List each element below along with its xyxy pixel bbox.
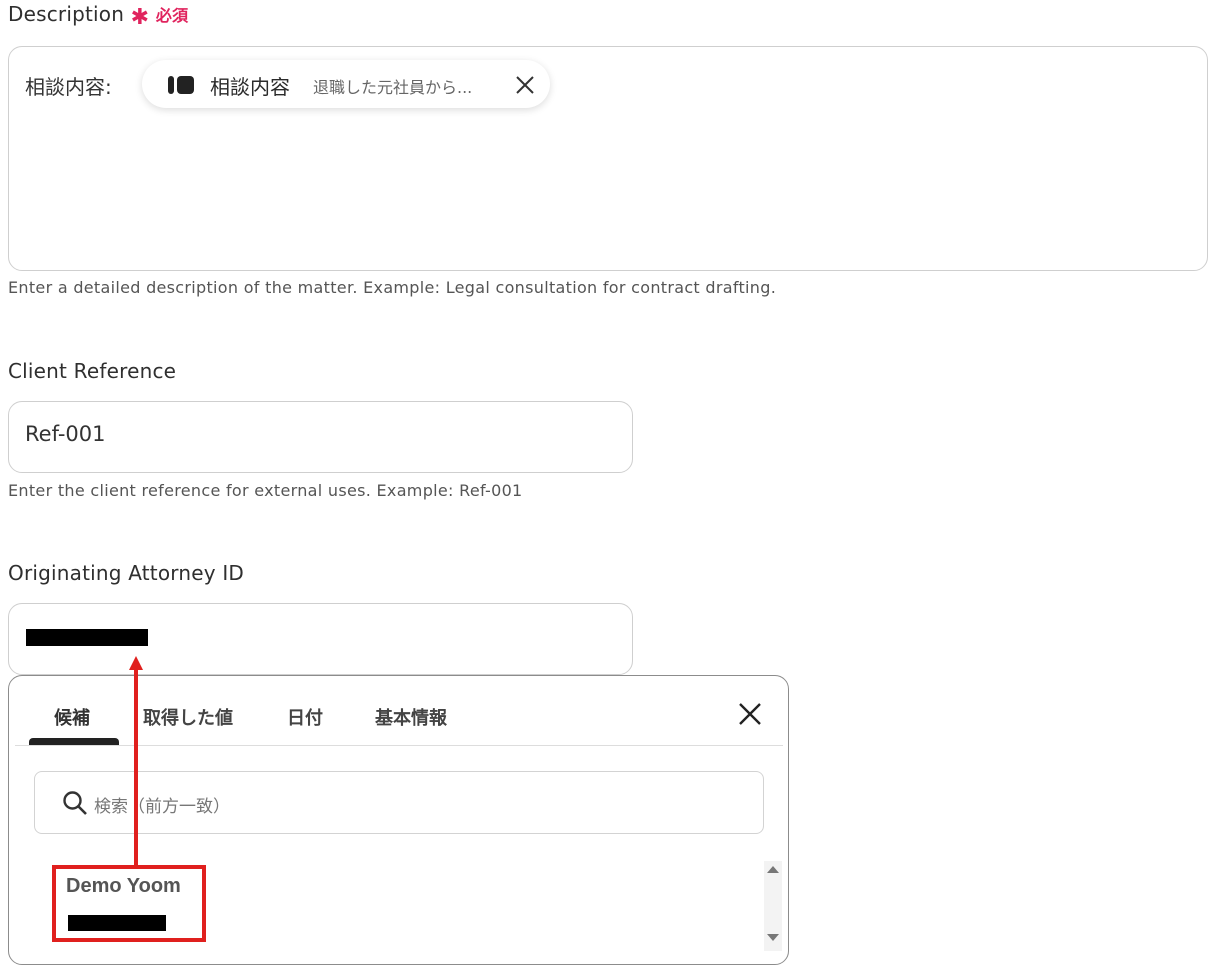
required-asterisk-icon: ✱ bbox=[130, 5, 150, 30]
chip-title: 相談内容 bbox=[210, 75, 290, 99]
search-input[interactable]: 検索（前方一致） bbox=[34, 771, 764, 834]
chip-remove-icon[interactable] bbox=[514, 74, 536, 96]
description-label: Description ✱ 必須 bbox=[8, 2, 189, 30]
search-placeholder: 検索（前方一致） bbox=[94, 797, 230, 817]
tab-date[interactable]: 日付 bbox=[287, 704, 323, 730]
originating-attorney-input[interactable] bbox=[8, 603, 633, 675]
scroll-up-icon[interactable] bbox=[767, 865, 779, 873]
close-icon[interactable] bbox=[737, 701, 763, 727]
redacted-value bbox=[26, 629, 148, 646]
active-tab-indicator bbox=[29, 738, 119, 745]
search-icon bbox=[63, 791, 87, 815]
annotation-arrow-head-icon bbox=[129, 656, 143, 670]
tab-basic-info[interactable]: 基本情報 bbox=[375, 704, 447, 730]
description-prefix: 相談内容: bbox=[25, 75, 112, 99]
scroll-down-icon[interactable] bbox=[767, 934, 779, 942]
client-reference-input[interactable]: Ref-001 bbox=[8, 401, 633, 473]
originating-attorney-label: Originating Attorney ID bbox=[8, 561, 245, 585]
tab-divider bbox=[15, 745, 783, 746]
required-badge: 必須 bbox=[155, 6, 189, 25]
tab-retrieved-values[interactable]: 取得した値 bbox=[143, 704, 233, 730]
yoom-logo-icon bbox=[168, 76, 196, 94]
client-reference-label: Client Reference bbox=[8, 359, 177, 383]
client-reference-help: Enter the client reference for external … bbox=[8, 481, 523, 500]
description-label-text: Description bbox=[8, 2, 125, 26]
annotation-highlight-box bbox=[52, 865, 206, 942]
description-help: Enter a detailed description of the matt… bbox=[8, 278, 777, 297]
variable-chip[interactable]: 相談内容 退職した元社員から... bbox=[142, 60, 550, 108]
chip-value: 退職した元社員から... bbox=[313, 78, 473, 97]
client-reference-value: Ref-001 bbox=[25, 422, 106, 446]
annotation-arrow bbox=[134, 668, 138, 868]
tab-candidates[interactable]: 候補 bbox=[54, 704, 90, 730]
scrollbar[interactable] bbox=[764, 861, 782, 951]
